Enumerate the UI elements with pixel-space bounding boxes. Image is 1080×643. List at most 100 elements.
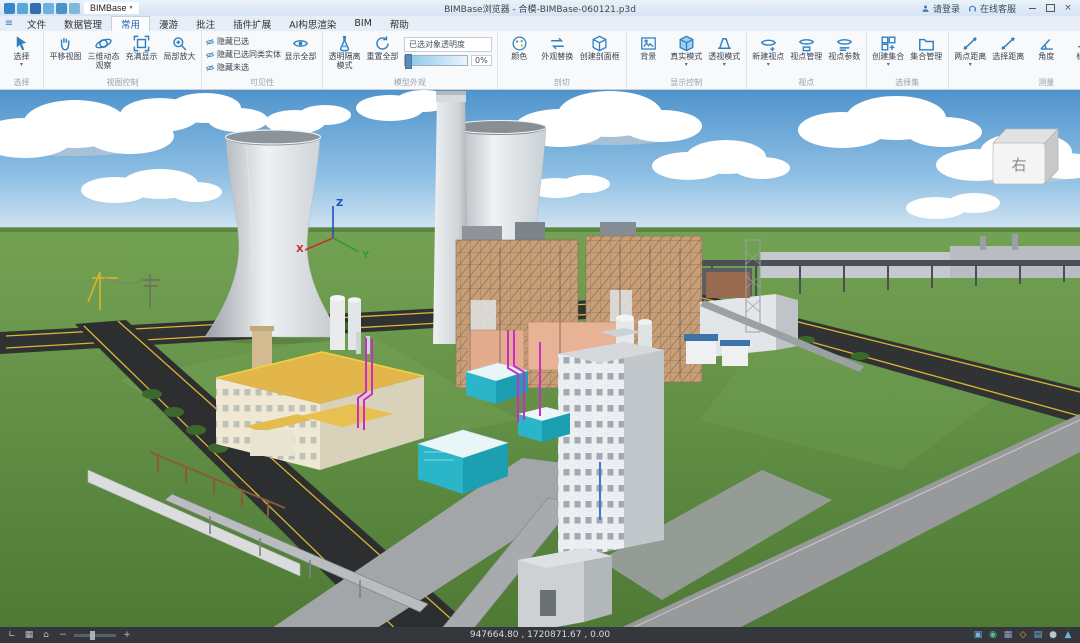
main-power-building[interactable] — [558, 328, 664, 562]
ucs-axis-icon[interactable]: ∟ — [6, 629, 18, 641]
menu-item-data-management[interactable]: 数据管理 — [55, 16, 111, 31]
select-button[interactable]: 选择 ▾ — [3, 33, 40, 67]
window-title: BIMBase浏览器 - 合模-BIMBase-060121.p3d — [0, 2, 1080, 15]
ribbon-group-view-control: 平移视图 三维动态观察 充满显示 局部放大 视图控制 — [44, 31, 202, 89]
menu-item-help[interactable]: 帮助 — [381, 16, 418, 31]
front-view-icon[interactable]: ◉ — [987, 629, 999, 641]
viewport-3d[interactable]: Z X Y 右 — [0, 89, 1080, 627]
zoom-in-button[interactable]: + — [121, 629, 133, 641]
menu-item-bim[interactable]: BIM — [345, 16, 381, 31]
zoom-slider-thumb[interactable] — [90, 631, 95, 640]
reset-all-button[interactable]: 重置全部 — [364, 33, 401, 62]
user-icon — [921, 4, 930, 13]
pan-view-button[interactable]: 平移视图 — [47, 33, 84, 62]
flask-icon — [335, 34, 354, 53]
group-label-select: 选择 — [0, 77, 43, 89]
background-button[interactable]: 背景 — [630, 33, 667, 62]
viewpoint-manage-icon — [797, 34, 816, 53]
viewpoint-params-button[interactable]: 视点参数 — [826, 33, 863, 62]
grid-toggle-icon[interactable]: ▦ — [23, 629, 35, 641]
section-box-icon — [590, 34, 609, 53]
menu-item-roam[interactable]: 漫游 — [150, 16, 187, 31]
manage-set-button[interactable]: 集合管理 — [908, 33, 945, 62]
hide-selected-button[interactable]: 隐藏已选 — [205, 36, 281, 47]
home-view-icon[interactable]: ⌂ — [40, 629, 52, 641]
slider-thumb-icon[interactable] — [405, 54, 412, 69]
hamburger-menu-icon[interactable]: ≡ — [0, 16, 18, 31]
transparency-slider[interactable] — [404, 55, 468, 66]
axis-x-label: X — [296, 244, 304, 255]
app-menu-button[interactable]: BIMBase ▾ — [84, 2, 139, 14]
group-label-visibility: 可见性 — [202, 77, 322, 89]
save-icon[interactable] — [30, 3, 41, 14]
customer-service-button[interactable]: 在线客服 — [968, 2, 1016, 15]
view-navigation-cube[interactable]: 右 — [993, 129, 1058, 184]
axis-y-label: Y — [361, 250, 370, 261]
palette-icon — [510, 34, 529, 53]
print-icon[interactable] — [69, 3, 80, 14]
menu-item-annotation[interactable]: 批注 — [187, 16, 224, 31]
select-distance-button[interactable]: 选择距离 — [990, 33, 1027, 62]
cursor-coordinates: 947664.80 , 1720871.67 , 0.00 — [0, 630, 1080, 640]
ribbon-group-model-appearance: 透明隔离模式 重置全部 已选对象透明度 0% 模型外观 — [323, 31, 498, 89]
menu-item-common[interactable]: 常用 — [111, 16, 150, 31]
ribbon-group-select: 选择 ▾ 选择 — [0, 31, 44, 89]
elevation-measure-button[interactable]: 标高 — [1066, 33, 1080, 62]
menu-item-plugin-extension[interactable]: 插件扩展 — [224, 16, 280, 31]
eye-icon — [291, 34, 310, 53]
zoom-window-button[interactable]: 局部放大 — [161, 33, 198, 62]
zoom-out-button[interactable]: − — [57, 629, 69, 641]
hand-icon — [56, 34, 75, 53]
angle-icon — [1037, 34, 1056, 53]
status-bar: ∟ ▦ ⌂ − + 947664.80 , 1720871.67 , 0.00 … — [0, 627, 1080, 643]
zoom-slider[interactable] — [74, 634, 116, 637]
viewpoint-manage-button[interactable]: 视点管理 — [788, 33, 825, 62]
transparency-slider-label: 已选对象透明度 — [404, 37, 492, 52]
login-button[interactable]: 请登录 — [921, 2, 960, 15]
hide-unselected-button[interactable]: 隐藏未选 — [205, 62, 281, 73]
grid-view-icon[interactable]: ▦ — [1002, 629, 1014, 641]
chevron-down-icon: ▾ — [887, 62, 890, 67]
redo-icon[interactable] — [56, 3, 67, 14]
show-all-button[interactable]: 显示全部 — [282, 33, 319, 62]
compass-icon[interactable]: ● — [1047, 629, 1059, 641]
create-set-button[interactable]: 创建集合 ▾ — [870, 33, 907, 67]
two-point-distance-button[interactable]: 两点距离 ▾ — [952, 33, 989, 67]
ribbon-group-measure: 两点距离 ▾ 选择距离 角度 标高 坐标 测量 — [949, 31, 1080, 89]
fit-view-icon[interactable]: ▣ — [972, 629, 984, 641]
new-file-icon[interactable] — [4, 3, 15, 14]
foreground-building[interactable] — [518, 548, 612, 627]
ribbon-toolbar: 选择 ▾ 选择 平移视图 三维动态观察 充满显示 局部放大 视 — [0, 31, 1080, 90]
open-file-icon[interactable] — [17, 3, 28, 14]
maximize-button[interactable] — [1042, 2, 1058, 14]
group-label-display-control: 显示控制 — [627, 77, 746, 89]
chevron-down-icon: ▾ — [130, 6, 133, 11]
perspective-mode-button[interactable]: 透视模式 ▾ — [706, 33, 743, 67]
minimize-button[interactable] — [1024, 2, 1040, 14]
fullscreen-icon[interactable]: ▲ — [1062, 629, 1074, 641]
create-section-box-button[interactable]: 创建剖面框 — [577, 33, 623, 62]
orbit-icon — [94, 34, 113, 53]
chevron-down-icon: ▾ — [20, 62, 23, 67]
appearance-replace-button[interactable]: 外观替换 — [539, 33, 576, 62]
color-button[interactable]: 颜色 — [501, 33, 538, 62]
eye-off-icon — [205, 50, 215, 60]
menu-item-file[interactable]: 文件 — [18, 16, 55, 31]
new-viewpoint-button[interactable]: 新建视点 ▾ — [750, 33, 787, 67]
section-view-icon[interactable]: ◇ — [1017, 629, 1029, 641]
ribbon-group-display-control: 背景 真实模式 ▾ 透视模式 ▾ 显示控制 — [627, 31, 747, 89]
angle-measure-button[interactable]: 角度 — [1028, 33, 1065, 62]
layers-icon[interactable]: ▤ — [1032, 629, 1044, 641]
cursor-icon — [12, 34, 31, 53]
close-button[interactable]: × — [1060, 2, 1076, 14]
viewpoint-params-icon — [835, 34, 854, 53]
shaded-cube-icon — [677, 34, 696, 53]
transparent-isolation-button[interactable]: 透明隔离模式 — [326, 33, 363, 71]
fit-view-button[interactable]: 充满显示 — [123, 33, 160, 62]
undo-icon[interactable] — [43, 3, 54, 14]
realistic-mode-button[interactable]: 真实模式 ▾ — [668, 33, 705, 67]
orbit-3d-button[interactable]: 三维动态观察 — [85, 33, 122, 71]
hide-similar-button[interactable]: 隐藏已选同类实体 — [205, 49, 281, 60]
menu-item-ai-render[interactable]: AI构思渲染 — [280, 16, 345, 31]
axis-z-label: Z — [336, 198, 343, 209]
